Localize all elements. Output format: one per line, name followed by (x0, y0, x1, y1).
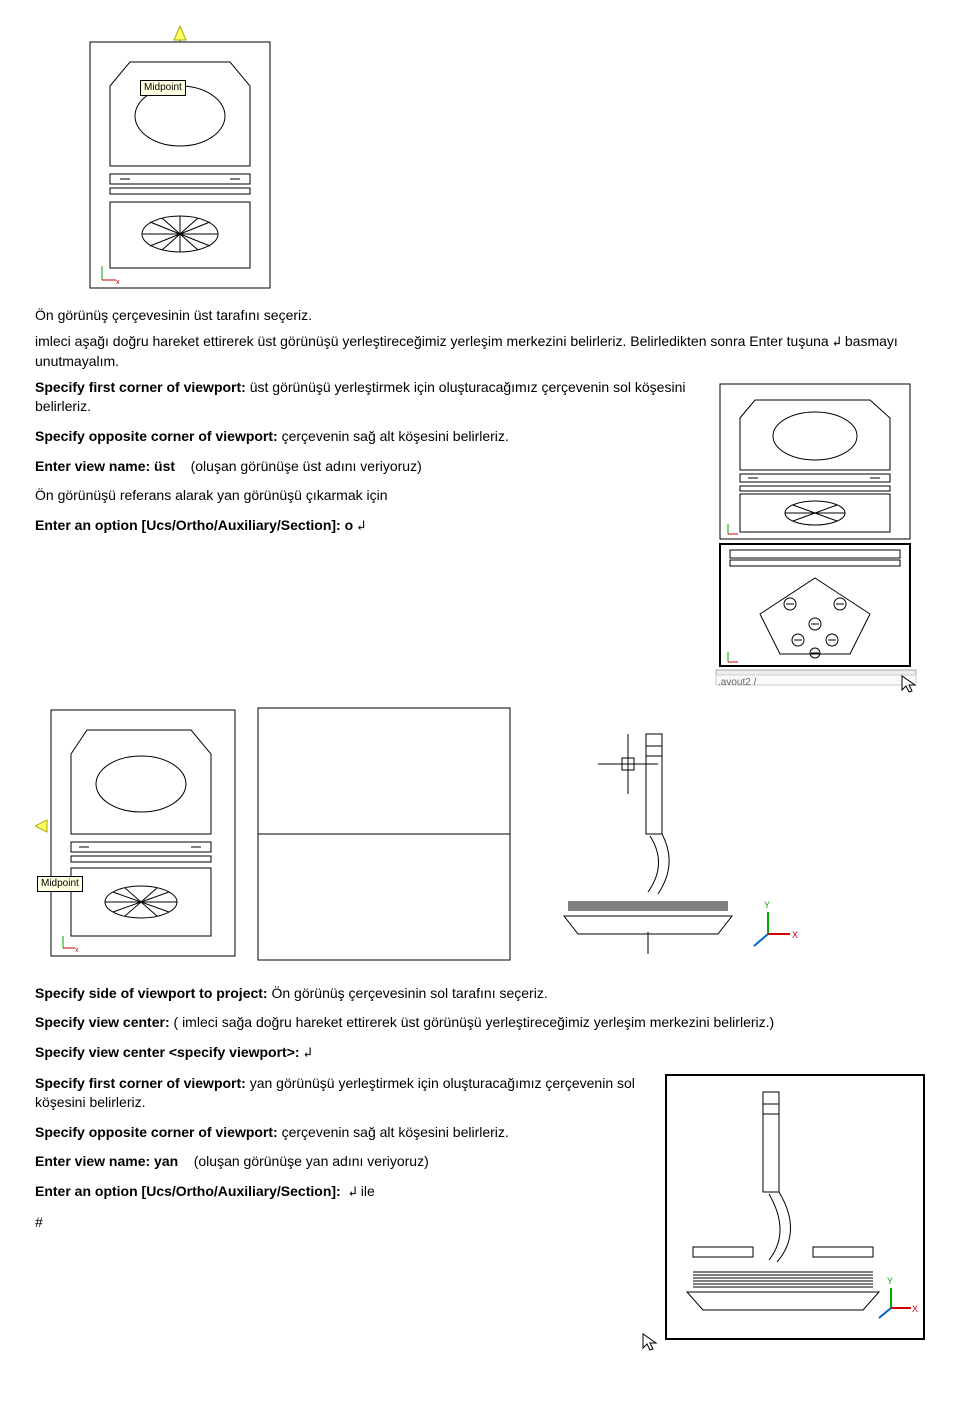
drawing-side-sketch: Y X (528, 704, 818, 964)
drawing-top-view: x (80, 26, 280, 296)
svg-text:x: x (116, 279, 120, 286)
figure-top: x Midpoint (80, 26, 925, 316)
text-line: imleci aşağı doğru hareket ettirerek üst… (35, 332, 925, 372)
text-line: Specify view center: ( imleci sağa doğru… (35, 1013, 925, 1033)
figure-bottom-right: Y X (665, 1074, 925, 1340)
layout-tab-label: .avout2 / (718, 677, 756, 688)
drawing-empty-viewport (254, 704, 514, 964)
enter-symbol: ↲ (348, 1184, 356, 1200)
text-line: Specify view center <specify viewport>: … (35, 1043, 925, 1064)
tooltip-midpoint: Midpoint (37, 876, 83, 892)
figure-row-middle: x Midpoint Y X (35, 704, 925, 964)
tooltip-midpoint: Midpoint (140, 80, 186, 96)
svg-text:X: X (792, 930, 798, 940)
svg-text:x: x (75, 947, 79, 954)
svg-text:Y: Y (887, 1276, 893, 1286)
svg-text:Y: Y (764, 900, 770, 910)
svg-text:X: X (912, 1304, 918, 1314)
text-line: Specify side of viewport to project: Ön … (35, 984, 925, 1004)
text-line: Ön görünüş çerçevesinin üst tarafını seç… (35, 306, 925, 326)
enter-symbol: ↲ (303, 1045, 311, 1061)
enter-symbol: ↲ (357, 518, 365, 534)
cursor-icon (641, 1332, 659, 1352)
drawing-left-midpoint: x (35, 704, 240, 964)
figure-right-stack: .avout2 / (710, 378, 925, 694)
enter-symbol: ↲ (833, 334, 841, 350)
drawing-side-final: Y X (673, 1082, 919, 1332)
